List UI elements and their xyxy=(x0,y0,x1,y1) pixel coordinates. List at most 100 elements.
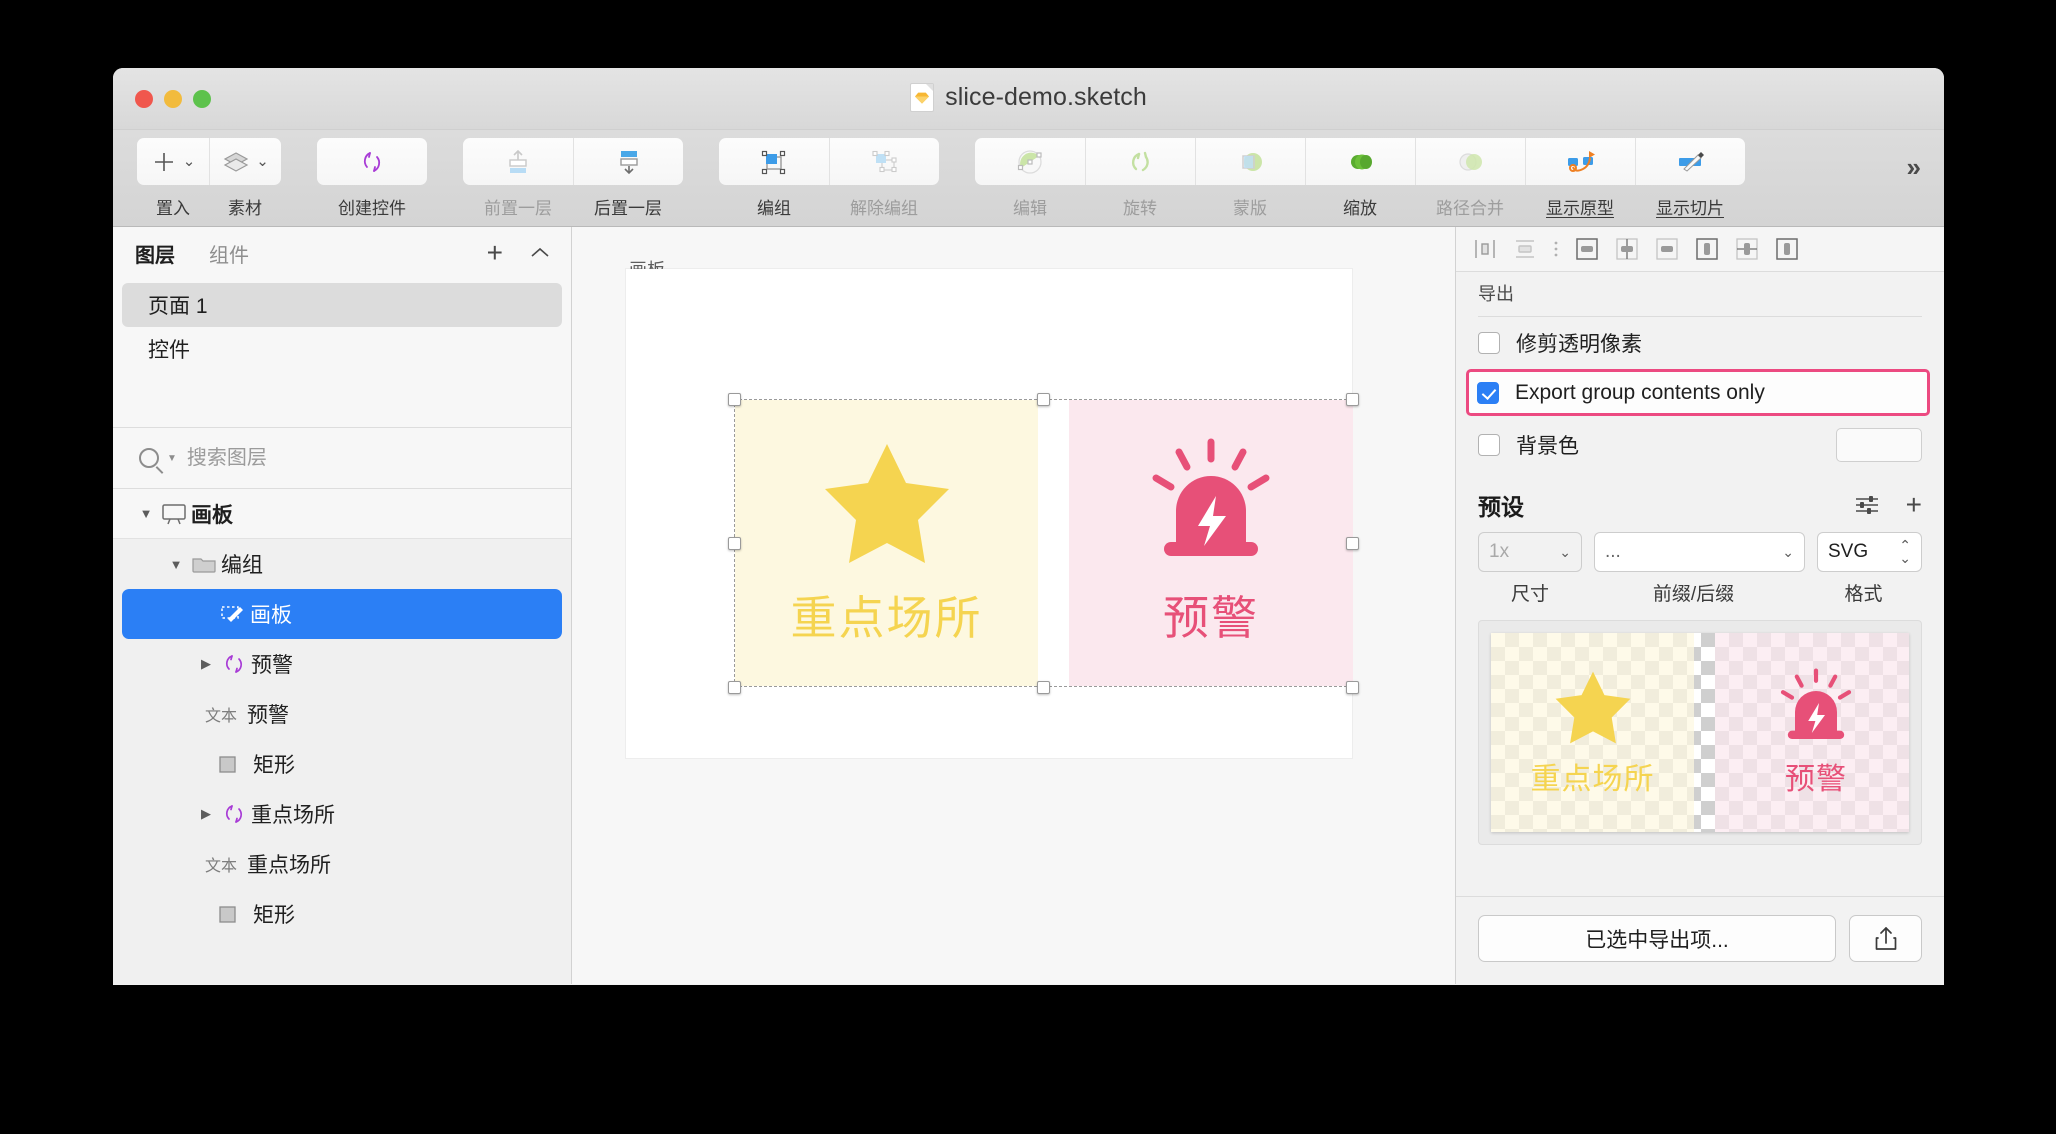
resize-handle-sw[interactable] xyxy=(728,681,741,694)
checkbox-row-background-color[interactable]: 背景色 xyxy=(1456,416,1944,474)
layer-row-artboard-root[interactable]: ▼ 画板 xyxy=(113,489,571,539)
layer-label: 矩形 xyxy=(253,904,295,927)
text-badge: 文本 xyxy=(205,708,238,725)
toolbar-button-insert[interactable]: ⌄ 置入 xyxy=(137,138,209,219)
toolbar-label-mask: 蒙版 xyxy=(1233,199,1267,218)
export-preview-container: 重点场所 预警 xyxy=(1478,620,1922,845)
layer-label: 矩形 xyxy=(253,754,295,777)
checkbox-background-color[interactable] xyxy=(1478,434,1500,456)
canvas-card-warning[interactable]: 预警 xyxy=(1069,400,1353,686)
checkbox-label: 背景色 xyxy=(1516,435,1579,458)
toolbar-button-bring-forward[interactable]: 前置一层 xyxy=(463,138,573,219)
resize-handle-e[interactable] xyxy=(1346,537,1359,550)
toolbar-button-slice[interactable]: 显示切片 xyxy=(1635,138,1745,219)
canvas-card-keyplace[interactable]: 重点场所 xyxy=(735,400,1038,686)
layer-row-slice-selected[interactable]: ▶ 画板 xyxy=(122,589,562,639)
disclosure-triangle-closed-icon[interactable]: ▶ xyxy=(195,656,217,672)
layer-row-group[interactable]: ▼ 编组 xyxy=(113,539,571,589)
rectangle-icon xyxy=(211,902,245,926)
inspector-panel: 导出 修剪透明像素 Export group contents only 背景色… xyxy=(1455,227,1944,984)
toolbar-button-union[interactable]: 路径合并 xyxy=(1415,138,1525,219)
export-section-title: 导出 xyxy=(1478,284,1514,304)
preset-format-select[interactable]: SVG ⌃ ⌄ xyxy=(1817,532,1922,572)
disclosure-triangle-open-icon[interactable]: ▼ xyxy=(135,506,157,521)
resize-handle-s[interactable] xyxy=(1037,681,1050,694)
share-button[interactable] xyxy=(1849,915,1922,962)
pin-horizontal-center-icon[interactable] xyxy=(1734,236,1760,262)
page-item-1[interactable]: 页面 1 xyxy=(122,283,562,327)
align-left-icon[interactable] xyxy=(1472,236,1498,262)
preset-label-size: 尺寸 xyxy=(1510,584,1549,605)
bring-forward-icon xyxy=(509,149,527,173)
pin-vertical-center-icon[interactable] xyxy=(1614,236,1640,262)
sliders-icon[interactable] xyxy=(1854,494,1880,516)
edit-tile xyxy=(975,138,1085,185)
align-top-icon[interactable] xyxy=(1512,236,1538,262)
toolbar-button-create-symbol[interactable]: 创建控件 xyxy=(317,138,427,219)
toolbar-button-assets[interactable]: ⌄ 素材 xyxy=(209,138,281,219)
toolbar-label-scale: 缩放 xyxy=(1343,199,1377,218)
checkbox-row-export-group-contents[interactable]: Export group contents only xyxy=(1466,369,1930,416)
layer-row-symbol-warning[interactable]: ▶ 预警 xyxy=(113,639,571,689)
sketch-window: slice-demo.sketch ⌄ 置入 ⌄ 素材 创建控件 前置一层 后置… xyxy=(113,68,1944,985)
toolbar-button-rotate[interactable]: 旋转 xyxy=(1085,138,1195,219)
toolbar-label-assets: 素材 xyxy=(228,199,262,218)
checkbox-row-trim-transparent[interactable]: 修剪透明像素 xyxy=(1456,317,1944,369)
star-icon xyxy=(824,444,949,563)
text-badge: 文本 xyxy=(205,858,238,875)
layer-row-text-warning[interactable]: 文本 预警 xyxy=(113,689,571,739)
resize-handle-ne[interactable] xyxy=(1346,393,1359,406)
slice-tile xyxy=(1635,138,1745,185)
disclosure-triangle-open-icon[interactable]: ▼ xyxy=(165,557,187,572)
pin-top-icon[interactable] xyxy=(1574,236,1600,262)
tab-components[interactable]: 组件 xyxy=(209,239,249,268)
chevron-up-icon[interactable] xyxy=(529,246,551,260)
toolbar-button-ungroup[interactable]: 解除编组 xyxy=(829,138,939,219)
add-preset-icon[interactable]: + xyxy=(1906,491,1922,519)
background-color-swatch[interactable] xyxy=(1836,428,1922,462)
toolbar-button-send-backward[interactable]: 后置一层 xyxy=(573,138,683,219)
pin-left-icon[interactable] xyxy=(1694,236,1720,262)
resize-handle-w[interactable] xyxy=(728,537,741,550)
more-align-icon[interactable] xyxy=(1552,236,1560,262)
export-selected-button[interactable]: 已选中导出项... xyxy=(1478,915,1836,962)
preset-size-select[interactable]: 1x ⌄ xyxy=(1478,532,1582,572)
add-page-icon[interactable]: + xyxy=(487,239,503,267)
checkbox-trim-transparent[interactable] xyxy=(1478,332,1500,354)
toolbar-label-send-backward: 后置一层 xyxy=(594,199,662,218)
toolbar-group-tools: 编辑 旋转 蒙版 缩放 路径合并 显示原型 显示切片 xyxy=(975,138,1745,219)
resize-handle-se[interactable] xyxy=(1346,681,1359,694)
pin-bottom-icon[interactable] xyxy=(1654,236,1680,262)
left-panel-actions: + xyxy=(487,239,551,267)
symbol-icon xyxy=(217,652,251,676)
checkbox-export-group-contents[interactable] xyxy=(1477,381,1499,404)
disclosure-triangle-closed-icon[interactable]: ▶ xyxy=(195,806,217,822)
pin-right-icon[interactable] xyxy=(1774,236,1800,262)
search-filter-caret-icon[interactable]: ▼ xyxy=(167,453,177,464)
search-input[interactable] xyxy=(186,446,487,470)
canvas-area[interactable]: 画板 重点场所 xyxy=(572,227,1455,984)
symbol-icon xyxy=(217,802,251,826)
toolbar-button-group[interactable]: 编组 xyxy=(719,138,829,219)
layer-row-text-keyplace[interactable]: 文本 重点场所 xyxy=(113,839,571,889)
tab-layers[interactable]: 图层 xyxy=(135,239,175,268)
scale-icon xyxy=(1350,154,1372,169)
toolbar-button-scale[interactable]: 缩放 xyxy=(1305,138,1415,219)
toolbar-overflow-button[interactable]: » xyxy=(1907,152,1922,183)
layer-row-symbol-keyplace[interactable]: ▶ 重点场所 xyxy=(113,789,571,839)
layer-row-rect-1[interactable]: 矩形 xyxy=(113,739,571,789)
artboard[interactable]: 重点场所 预警 xyxy=(626,269,1359,758)
preset-affix-select[interactable]: ... ⌄ xyxy=(1594,532,1805,572)
assets-tile: ⌄ xyxy=(209,138,281,185)
scale-tile xyxy=(1305,138,1415,185)
ungroup-tile xyxy=(829,138,939,185)
page-item-2[interactable]: 控件 xyxy=(122,327,562,371)
resize-handle-nw[interactable] xyxy=(728,393,741,406)
layer-row-rect-2[interactable]: 矩形 xyxy=(113,889,571,939)
toolbar-button-edit[interactable]: 编辑 xyxy=(975,138,1085,219)
bring-forward-tile xyxy=(463,138,573,185)
toolbar-button-mask[interactable]: 蒙版 xyxy=(1195,138,1305,219)
preset-label-format: 格式 xyxy=(1844,584,1883,605)
resize-handle-n[interactable] xyxy=(1037,393,1050,406)
toolbar-button-prototype[interactable]: 显示原型 xyxy=(1525,138,1635,219)
